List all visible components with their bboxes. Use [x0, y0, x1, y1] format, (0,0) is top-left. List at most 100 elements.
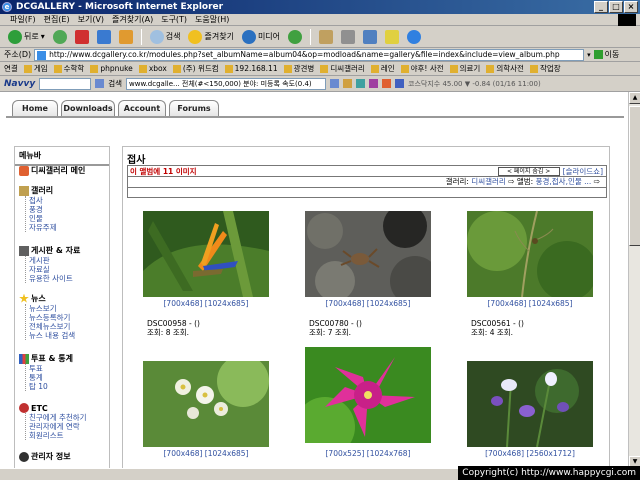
navvy-tool-icon[interactable] [382, 79, 392, 88]
tab-home[interactable]: Home [12, 100, 58, 116]
sidebar-title-admin[interactable]: 관리자 정보 [19, 451, 71, 462]
history-button[interactable] [286, 29, 304, 44]
scroll-up-icon[interactable]: ▲ [629, 92, 640, 104]
search-button[interactable]: 검색 [148, 29, 183, 44]
sidebar-item-macro[interactable]: 접사 [26, 196, 57, 205]
photo-name: DSC00561 - () [471, 319, 524, 328]
sidebar-item-stats[interactable]: 통계 [26, 373, 73, 382]
messenger-button[interactable] [405, 29, 423, 44]
scroll-thumb[interactable] [629, 106, 640, 246]
navvy-tool-icon[interactable] [369, 79, 379, 88]
tab-account[interactable]: Account [118, 100, 166, 116]
photo-thumbnail[interactable] [143, 361, 269, 447]
sidebar-item-contact-admin[interactable]: 관리자에게 연락 [26, 422, 87, 431]
sidebar-item-top10[interactable]: 탑 10 [26, 382, 73, 391]
photo-thumbnail[interactable] [305, 211, 431, 297]
sidebar-item-portrait[interactable]: 인물 [26, 214, 57, 223]
links-label: 연결 [4, 64, 18, 73]
link-item[interactable]: 작업장 [529, 63, 561, 74]
slideshow-link[interactable]: [슬라이드쇼] [563, 166, 606, 177]
sidebar-item-useful-sites[interactable]: 유용한 사이트 [26, 274, 80, 283]
print-button[interactable] [339, 29, 357, 44]
sidebar-item-main[interactable]: 디씨갤러리 메인 [19, 165, 85, 176]
go-button[interactable]: 이동 [593, 49, 619, 60]
photo-size-links[interactable]: [700x468] [2560x1712] [450, 449, 610, 458]
stop-icon [74, 29, 89, 44]
photo-thumbnail[interactable] [467, 211, 593, 297]
link-item[interactable]: 레인 [370, 63, 395, 74]
home-button[interactable] [117, 29, 135, 44]
refresh-icon [96, 29, 111, 44]
history-icon [288, 29, 303, 44]
photo-size-links[interactable]: [700x525] [1024x768] [288, 449, 448, 458]
messenger-icon [407, 29, 422, 44]
link-item[interactable]: 192.168.11 [224, 64, 278, 73]
navvy-tool-icon[interactable] [330, 79, 340, 88]
link-item[interactable]: 의학사전 [486, 63, 524, 74]
menu-favorites[interactable]: 즐겨찾기(A) [112, 14, 153, 25]
sidebar-item-news-search[interactable]: 뉴스 내용 검색 [26, 331, 75, 340]
address-input[interactable]: http://www.dcgallery.co.kr/modules.php?s… [34, 48, 585, 61]
page-select[interactable]: < 페이지 숨김 > [497, 166, 560, 176]
photo-size-links[interactable]: [700x468] [1024x685] [450, 299, 610, 308]
forward-button[interactable] [51, 29, 69, 44]
photo-thumbnail[interactable] [143, 211, 269, 297]
sidebar-item-news-all[interactable]: 전체뉴스보기 [26, 322, 75, 331]
link-item[interactable]: 수학학 [53, 63, 84, 74]
photo-size-links[interactable]: [700x468] [1024x685] [126, 449, 286, 458]
mail-button[interactable] [317, 29, 335, 44]
sidebar-item-recommend[interactable]: 친구에게 추천하기 [26, 413, 87, 422]
breadcrumb-gallery-link[interactable]: 디씨갤러리 [471, 177, 506, 186]
spider-on-plant-photo [467, 211, 593, 297]
pink-flower-photo [305, 347, 431, 443]
photo-size-links[interactable]: [700x468] [1024x685] [126, 299, 286, 308]
tab-forums[interactable]: Forums [169, 100, 219, 116]
navvy-tool-icon[interactable] [343, 79, 353, 88]
minimize-icon[interactable]: _ [594, 1, 608, 13]
link-item[interactable]: 게임 [23, 63, 48, 74]
link-item[interactable]: 의료기 [449, 63, 480, 74]
navvy-search-field[interactable]: www.dcgalle... 전체(#<150,000) 분야: 미등록 속도(… [126, 77, 327, 90]
stop-button[interactable] [73, 29, 91, 44]
sidebar-header: 메뉴바 [15, 147, 109, 166]
album-panel: 접사 이 앨범에 11 이미지 < 페이지 숨김 > [슬라이드쇼] 갤러리: … [122, 146, 610, 468]
menu-help[interactable]: 도움말(H) [195, 14, 229, 25]
navvy-tool-icon[interactable] [395, 79, 405, 88]
sidebar-item-board[interactable]: 게시판 [26, 256, 80, 265]
sidebar-item-poll[interactable]: 투표 [26, 364, 73, 373]
vertical-scrollbar[interactable]: ▲ ▼ [628, 92, 640, 468]
link-item[interactable]: phpnuke [90, 64, 133, 73]
sidebar-item-news-view[interactable]: 뉴스보기 [26, 304, 75, 313]
link-item[interactable]: (주) 위드컴 [172, 63, 219, 74]
navvy-keyword-input[interactable] [39, 77, 92, 90]
maximize-icon[interactable]: □ [609, 1, 623, 13]
link-item[interactable]: 야후! 사전 [400, 63, 444, 74]
edit-button[interactable] [361, 29, 379, 44]
media-button[interactable]: 미디어 [240, 29, 282, 44]
menu-view[interactable]: 보기(V) [78, 14, 104, 25]
menu-tools[interactable]: 도구(T) [161, 14, 187, 25]
close-icon[interactable]: × [624, 1, 638, 13]
sidebar-item-files[interactable]: 자료실 [26, 265, 80, 274]
navvy-search-icon[interactable] [95, 79, 105, 88]
menu-file[interactable]: 파일(F) [10, 14, 36, 25]
breadcrumb-album-link[interactable]: 풍경,접사,인물 ... [536, 177, 592, 186]
link-item[interactable]: 광견병 [283, 63, 314, 74]
tab-downloads[interactable]: Downloads [61, 100, 115, 116]
sidebar-item-free-topic[interactable]: 자유주제 [26, 223, 57, 232]
sidebar-item-members[interactable]: 회원리스트 [26, 431, 87, 440]
favorites-button[interactable]: 즐겨찾기 [186, 29, 235, 44]
link-item[interactable]: 디씨갤러리 [320, 63, 365, 74]
address-dropdown-icon[interactable]: ▾ [587, 51, 591, 59]
back-button[interactable]: 뒤로 ▾ [6, 29, 47, 44]
sidebar-item-landscape[interactable]: 풍경 [26, 205, 57, 214]
refresh-button[interactable] [95, 29, 113, 44]
menu-edit[interactable]: 편집(E) [44, 14, 70, 25]
discuss-button[interactable] [383, 29, 401, 44]
sidebar-item-news-submit[interactable]: 뉴스등록하기 [26, 313, 75, 322]
link-item[interactable]: xbox [138, 64, 167, 73]
photo-size-links[interactable]: [700x468] [1024x685] [288, 299, 448, 308]
photo-thumbnail[interactable] [305, 347, 431, 443]
navvy-tool-icon[interactable] [356, 79, 366, 88]
photo-thumbnail[interactable] [467, 361, 593, 447]
